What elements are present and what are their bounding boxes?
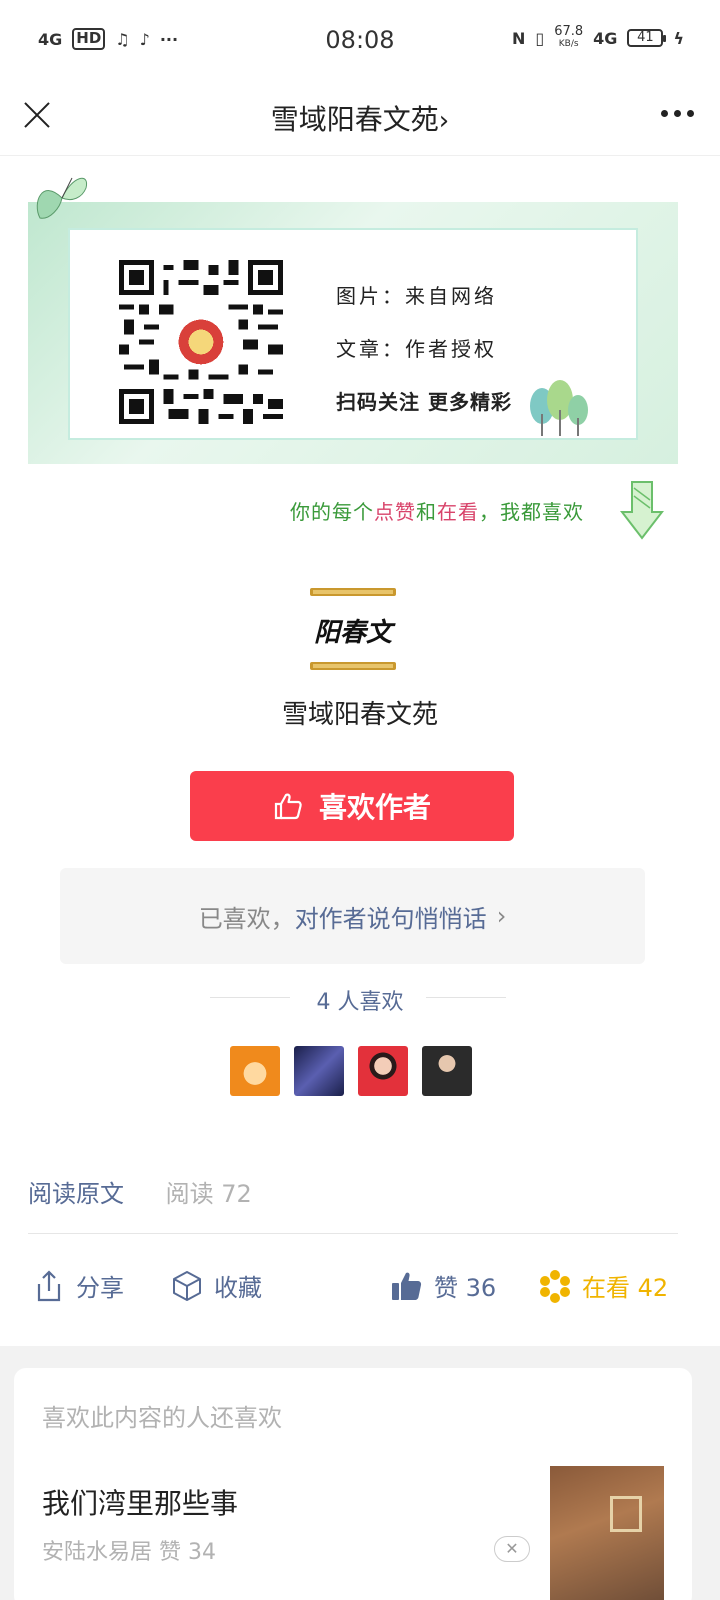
arrow-down-icon bbox=[620, 481, 664, 540]
like-author-button[interactable]: 喜欢作者 bbox=[190, 771, 514, 841]
status-right-icons: N ▯ 67.8 KB/s 4G 41 ϟ bbox=[512, 24, 684, 50]
signal-4g-icon: 4G bbox=[593, 28, 618, 48]
chevron-right-icon: › bbox=[438, 106, 450, 136]
watching-icon bbox=[540, 1269, 570, 1303]
trees-icon bbox=[530, 380, 588, 436]
watching-button[interactable]: 在看 42 bbox=[538, 1268, 668, 1303]
avatar[interactable] bbox=[294, 1046, 344, 1096]
chevron-right-icon: › bbox=[496, 902, 507, 930]
like-icon bbox=[392, 1272, 422, 1300]
thumb-up-icon bbox=[274, 793, 302, 820]
qr-code bbox=[118, 260, 284, 424]
likers-count: 4 人喜欢 bbox=[316, 990, 404, 1015]
read-original-link[interactable]: 阅读原文 bbox=[28, 1180, 124, 1208]
banner-line-auth: 文章：作者授权 bbox=[336, 337, 497, 361]
favorite-icon bbox=[173, 1270, 201, 1301]
account-title[interactable]: 雪域阳春文苑› bbox=[0, 98, 720, 138]
recommend-article-meta: 安陆水易居 赞 34 bbox=[42, 1540, 216, 1565]
author-name: 雪域阳春文苑 bbox=[281, 700, 438, 730]
title-bar: 雪域阳春文苑› bbox=[0, 80, 720, 156]
battery-icon: 41 bbox=[627, 29, 667, 47]
qr-banner: 图片：来自网络 文章：作者授权 扫码关注 更多精彩 bbox=[28, 177, 678, 464]
like-button[interactable]: 赞 36 bbox=[390, 1268, 496, 1303]
favorite-button[interactable]: 收藏 bbox=[170, 1268, 262, 1303]
network-speed: 67.8 KB/s bbox=[554, 24, 584, 49]
share-icon bbox=[37, 1269, 61, 1301]
whisper-link[interactable]: 对作者说句悄悄话 bbox=[295, 899, 487, 934]
more-icon[interactable] bbox=[661, 110, 694, 117]
read-count: 阅读 72 bbox=[165, 1180, 252, 1208]
vibrate-icon: ▯ bbox=[535, 28, 545, 48]
recommend-article-title[interactable]: 我们湾里那些事 bbox=[42, 1482, 238, 1522]
recommend-thumbnail[interactable] bbox=[550, 1466, 664, 1600]
likers-avatars bbox=[230, 1046, 472, 1096]
recommend-card: 喜欢此内容的人还喜欢 我们湾里那些事 安陆水易居 赞 34 ✕ bbox=[14, 1368, 692, 1600]
banner-text: 图片：来自网络 文章：作者授权 扫码关注 更多精彩 bbox=[336, 280, 512, 439]
read-row: 阅读原文 阅读 72 bbox=[28, 1174, 252, 1209]
avatar[interactable] bbox=[422, 1046, 472, 1096]
share-button[interactable]: 分享 bbox=[32, 1268, 124, 1303]
banner-line-follow: 扫码关注 更多精彩 bbox=[336, 390, 512, 414]
status-bar: 4G HD ♫ ♪ ··· 08:08 N ▯ 67.8 KB/s 4G 41 ϟ bbox=[0, 0, 720, 80]
avatar[interactable] bbox=[230, 1046, 280, 1096]
recommend-header: 喜欢此内容的人还喜欢 bbox=[42, 1404, 282, 1432]
banner-card: 图片：来自网络 文章：作者授权 扫码关注 更多精彩 bbox=[68, 228, 638, 440]
like-hint: 你的每个点赞和在看，我都喜欢 bbox=[290, 500, 584, 524]
divider bbox=[28, 1233, 678, 1234]
author-avatar[interactable]: 阳春文 bbox=[310, 586, 396, 672]
butterfly-icon bbox=[36, 177, 88, 219]
article-actions: 分享 收藏 赞 36 在看 42 bbox=[0, 1262, 720, 1312]
like-author-label: 喜欢作者 bbox=[318, 791, 431, 824]
banner-line-source: 图片：来自网络 bbox=[336, 284, 497, 308]
charging-icon: ϟ bbox=[673, 28, 684, 48]
whisper-to-author[interactable]: 已喜欢， 对作者说句悄悄话 › bbox=[60, 868, 645, 964]
divider-line bbox=[426, 997, 506, 998]
dismiss-icon[interactable]: ✕ bbox=[494, 1536, 530, 1562]
avatar[interactable] bbox=[358, 1046, 408, 1096]
nfc-icon: N bbox=[512, 28, 526, 48]
author-logo-text: 阳春文 bbox=[313, 618, 392, 648]
